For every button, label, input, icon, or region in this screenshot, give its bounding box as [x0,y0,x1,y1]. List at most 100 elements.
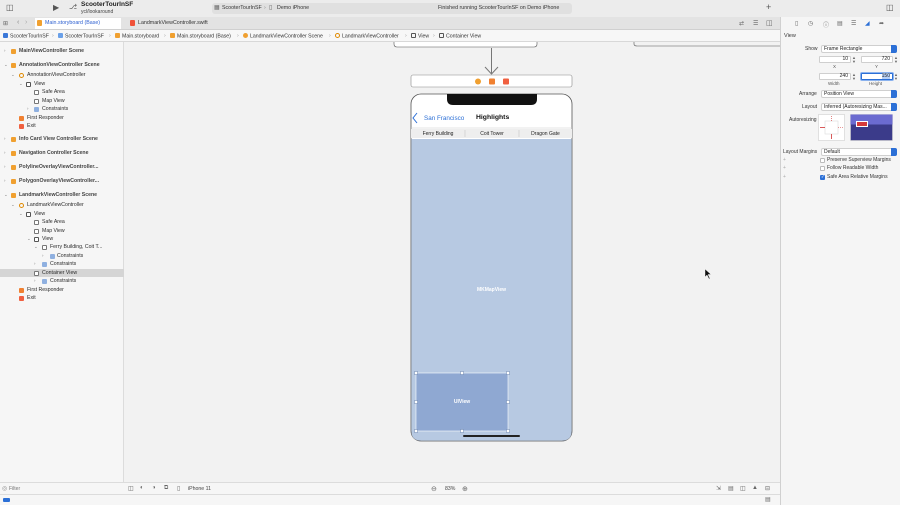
file-inspector-icon[interactable]: ▯ [795,20,798,27]
disclosure-collapsed-icon[interactable]: › [42,252,48,260]
outline-row[interactable]: Exit [0,294,124,302]
outline-row[interactable]: ⌄ View [0,210,124,218]
outline-row[interactable]: Exit [0,122,124,130]
y-field[interactable]: 720 [861,56,893,63]
x-field[interactable]: 10 [819,56,851,63]
disclosure-expanded-icon[interactable]: ⌄ [11,71,17,79]
grid-icon[interactable]: ⊞ [3,20,8,27]
outline-row[interactable]: Map View [0,227,124,235]
preserve-margins-checkbox[interactable] [820,158,825,163]
embed-in-icon[interactable]: ⊟ [765,485,770,492]
destination-device[interactable]: Demo iPhone [277,5,309,11]
scheme-name[interactable]: ScooterTourInSF [81,1,133,8]
breadcrumb-project[interactable]: ScooterTourInSF [3,33,49,40]
add-variation-icon[interactable]: + [783,165,786,171]
disclosure-expanded-icon[interactable]: ⌄ [27,235,33,243]
disclosure-collapsed-icon[interactable]: › [4,47,10,55]
disclosure-collapsed-icon[interactable]: › [4,163,10,171]
disclosure-collapsed-icon[interactable]: › [27,105,33,113]
sidebar-toggle-icon[interactable]: ◫ [6,4,14,12]
outline-row[interactable]: › PolygonOverlayViewController... [0,177,124,185]
disclosure-expanded-icon[interactable]: ⌄ [19,210,25,218]
breadcrumb-view[interactable]: View [411,33,429,40]
outline-row[interactable]: ⌄ View [0,80,124,88]
outline-row[interactable]: › Constraints [0,105,124,113]
device-icon[interactable]: ▯ [177,485,180,492]
disclosure-collapsed-icon[interactable]: › [4,149,10,157]
show-popup[interactable]: Frame Rectangle [821,45,897,53]
segment-ferry-building[interactable]: Ferry Building [411,131,465,137]
segment-coit-tower[interactable]: Coit Tower [465,131,519,137]
back-icon[interactable]: ‹ [17,19,19,26]
split-editor-icon[interactable]: ◫ [766,19,773,27]
help-inspector-icon[interactable]: ⓘ [823,20,829,29]
destination-target[interactable]: ScooterTourInSF [222,5,262,11]
outline-toggle-icon[interactable]: ◫ [128,485,134,492]
disclosure-expanded-icon[interactable]: ⌄ [34,243,40,251]
update-frames-icon[interactable]: ⇲ [716,485,721,492]
dock-exit-icon[interactable] [503,78,509,85]
connections-inspector-icon[interactable]: ➦ [879,20,884,27]
nav-back-label[interactable]: San Francisco [424,115,464,122]
y-stepper-icon[interactable]: ▲ ▼ [894,56,898,64]
disclosure-collapsed-icon[interactable]: › [34,277,40,285]
device-label[interactable]: iPhone 11 [188,486,211,492]
editor-options-icon[interactable]: ☰ [753,20,758,27]
disclosure-expanded-icon[interactable]: ⌄ [19,80,25,88]
add-variation-icon[interactable]: + [783,174,786,180]
height-field[interactable]: 150 [861,73,893,80]
resolve-issues-icon[interactable]: ▲ [752,485,758,491]
tab-main-storyboard[interactable]: Main.storyboard (Base) [35,18,121,29]
related-items-icon[interactable]: ⇄ [739,20,744,27]
storyboard-canvas[interactable]: San Francisco Highlights Ferry Building … [124,42,780,482]
outline-row[interactable]: ⌄ AnnotationViewController Scene [0,61,124,69]
height-stepper-icon[interactable]: ▲ ▼ [894,73,898,81]
width-stepper-icon[interactable]: ▲ ▼ [852,73,856,81]
align-icon[interactable]: ▤ [728,485,734,492]
orientation-icon[interactable]: ⧉ [164,485,168,492]
margins-popup[interactable]: Default [821,148,897,156]
outline-row[interactable]: Safe Area [0,218,124,226]
segment-dragon-gate[interactable]: Dragon Gate [519,131,572,137]
outline-row[interactable]: First Responder [0,114,124,122]
forward-icon[interactable]: › [25,19,27,26]
appearance-icon[interactable]: ◐ [140,485,144,491]
run-icon[interactable]: ▶ [53,4,59,12]
arrange-popup[interactable]: Position View [821,90,897,98]
disclosure-expanded-icon[interactable]: ⌄ [4,61,10,69]
outline-row[interactable]: ⌄ View [0,235,124,243]
size-inspector-icon[interactable]: ◢ [865,20,870,27]
add-constraints-icon[interactable]: ◫ [740,485,746,492]
breadcrumb-container-view[interactable]: Container View [439,33,481,40]
disclosure-collapsed-icon[interactable]: › [4,177,10,185]
outline-row[interactable]: ⌄ Ferry Building, Coit T... [0,243,124,251]
add-variation-icon[interactable]: + [783,157,786,163]
outline-row[interactable]: › Navigation Controller Scene [0,149,124,157]
zoom-out-icon[interactable]: ⊖ [431,485,437,493]
outline-row[interactable]: First Responder [0,286,124,294]
outline-filter-input[interactable] [9,485,119,493]
accessibility-icon[interactable]: ◑ [152,485,156,491]
identity-inspector-icon[interactable]: ▤ [837,20,843,27]
x-stepper-icon[interactable]: ▲ ▼ [852,56,856,64]
outline-row[interactable]: › MainViewController Scene [0,47,124,55]
breadcrumb-storyboard-base[interactable]: Main.storyboard (Base) [170,33,231,40]
add-icon[interactable]: + [766,3,771,12]
outline-row[interactable]: › Constraints [0,260,124,268]
layout-popup[interactable]: Inferred (Autoresizing Mas... [821,103,897,111]
breadcrumb-controller[interactable]: LandmarkViewController [335,33,399,40]
dock-controller-icon[interactable] [475,78,481,85]
outline-row[interactable]: › PolylineOverlayViewController... [0,163,124,171]
tab-landmark-swift[interactable]: LandmarkViewController.swift [128,18,228,29]
outline-row[interactable]: › Constraints [0,277,124,285]
outline-row[interactable]: › Info Card View Controller Scene [0,135,124,143]
readable-width-checkbox[interactable] [820,166,825,171]
debug-area-icon[interactable]: ▤ [765,496,771,503]
attributes-inspector-icon[interactable]: ☰ [851,20,856,27]
zoom-in-icon[interactable]: ⊕ [462,485,468,493]
breadcrumb-folder[interactable]: ScooterTourInSF [58,33,104,40]
outline-row[interactable]: ⌄ LandmarkViewController Scene [0,191,124,199]
outline-row[interactable]: ⌄ LandmarkViewController [0,201,124,209]
breadcrumb-scene[interactable]: LandmarkViewController Scene [243,33,323,40]
outline-row[interactable]: Safe Area [0,88,124,96]
